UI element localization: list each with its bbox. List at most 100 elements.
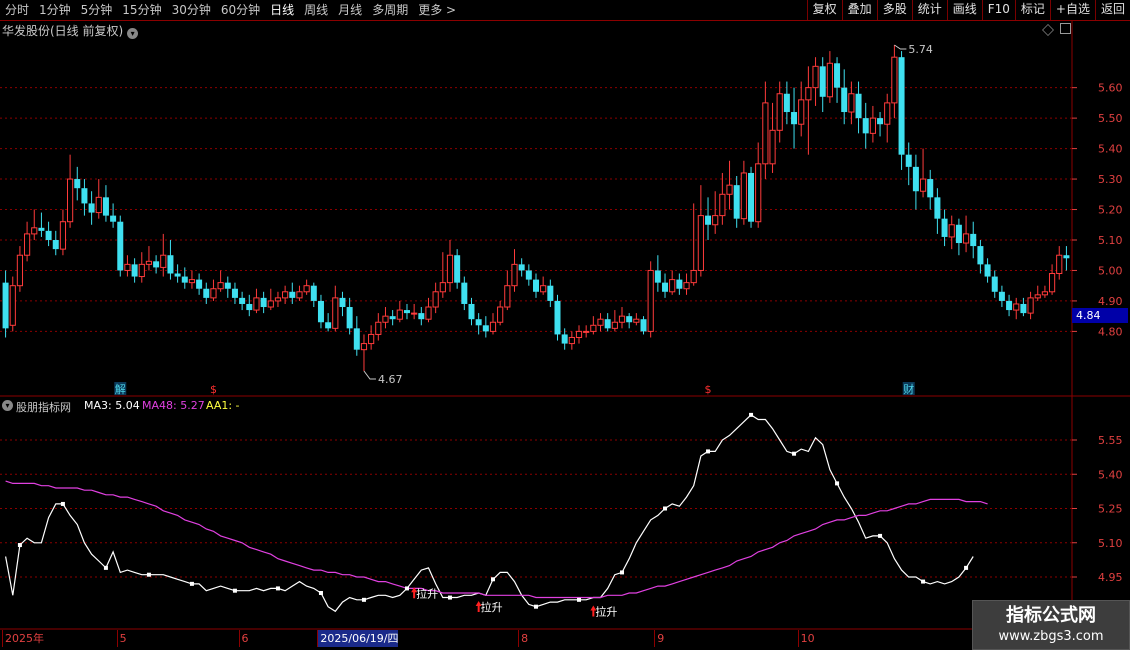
date-label: 5: [116, 630, 127, 647]
main-tick-label: 4.90: [1098, 295, 1123, 308]
candle-body: [45, 230, 52, 240]
candle-body: [869, 117, 876, 134]
candle-body: [74, 179, 81, 189]
indicator-name[interactable]: 股朋指标网: [16, 399, 71, 415]
candle-body: [110, 215, 117, 222]
candle-body: [497, 306, 504, 323]
candle-body: [188, 279, 196, 284]
candle-body: [396, 309, 403, 320]
candle-body: [1006, 300, 1013, 311]
indicator-tick-label: 5.55: [1098, 434, 1123, 447]
candle-body: [834, 63, 841, 88]
ma3-point-marker: [835, 481, 840, 486]
candle-body: [884, 102, 891, 125]
candle-body: [267, 300, 274, 308]
candle-body: [289, 291, 296, 298]
indicator-menu-icon[interactable]: ▾: [2, 400, 13, 411]
candle-body: [418, 313, 425, 320]
candle-body: [454, 255, 461, 283]
candle-body: [66, 178, 74, 223]
candle-body: [274, 297, 282, 302]
candle-body: [690, 269, 697, 284]
low-label: 4.67: [378, 373, 403, 386]
candle-body: [1020, 303, 1027, 314]
candle-body: [970, 233, 977, 247]
candle-body: [740, 172, 747, 220]
candle-body: [253, 297, 260, 311]
candle-body: [791, 112, 798, 125]
indicator-line-ma48: [5, 480, 988, 599]
candle-body: [977, 246, 984, 265]
main-tick-label: 5.40: [1098, 143, 1123, 156]
date-label: 2025/06/19/四: [317, 630, 399, 647]
candle-body: [439, 282, 446, 293]
candle-body: [95, 196, 102, 214]
candle-body: [317, 300, 324, 323]
candle-body: [561, 334, 568, 344]
candle-body: [310, 285, 317, 301]
candle-body: [590, 324, 597, 332]
event-marker: 解: [115, 382, 126, 396]
candle-body: [353, 328, 360, 350]
ma3-point-marker: [663, 506, 668, 511]
current-price-tag: 4.84: [1072, 308, 1128, 323]
ma3-point-marker: [534, 604, 538, 609]
ma3-point-marker: [318, 590, 323, 595]
candle-body: [153, 261, 160, 268]
candle-body: [719, 193, 726, 217]
candle-body: [303, 285, 310, 293]
candle-body: [446, 254, 454, 284]
candle-body: [669, 279, 676, 293]
candle-body: [210, 288, 217, 299]
date-label: 10: [797, 630, 815, 647]
candle-body: [482, 325, 489, 332]
candle-body: [16, 254, 24, 287]
candle-body: [769, 129, 776, 165]
candle-body: [1013, 303, 1020, 311]
ma3-point-marker: [146, 572, 151, 577]
main-tick-label: 4.80: [1098, 325, 1123, 338]
candle-body: [23, 233, 31, 256]
candle-body: [174, 273, 181, 277]
candle-body: [9, 285, 16, 326]
aa1-label: AA1: -: [206, 399, 240, 412]
high-label: 5.74: [908, 43, 933, 56]
candle-body: [52, 239, 59, 250]
ma3-point-marker: [447, 595, 452, 600]
candle-body: [167, 255, 174, 274]
candle-body: [898, 57, 905, 155]
date-label: 2025年: [2, 630, 44, 647]
candle-body: [468, 303, 475, 320]
signal-label: 拉升: [595, 605, 617, 619]
candle-body: [726, 184, 733, 195]
candle-body: [489, 321, 497, 332]
candle-body: [611, 321, 618, 329]
ma3-label: MA3: 5.04: [84, 399, 140, 412]
ma3-point-marker: [232, 588, 237, 593]
main-tick-label: 5.20: [1098, 204, 1123, 217]
candle-body: [633, 318, 640, 323]
ma3-point-marker: [189, 581, 194, 586]
date-label: 8: [518, 630, 528, 647]
candlestick-chart: 5.60 5.50 5.40 5.30 5.20 5.10 5.00 4.90 4.80 5.74…: [0, 21, 1130, 630]
candle-body: [934, 197, 941, 219]
signal-label: 拉升: [416, 586, 438, 600]
indicator-line-ma3: [5, 414, 974, 613]
candle-body: [145, 260, 153, 265]
candle-body: [712, 215, 719, 226]
main-tick-label: 5.30: [1098, 173, 1123, 186]
candle-body: [991, 276, 998, 292]
event-marker: 财: [903, 382, 914, 396]
candle-body: [927, 179, 934, 198]
indicator-tick-label: 4.95: [1098, 571, 1123, 584]
candle-body: [762, 102, 769, 165]
candle-body: [403, 310, 410, 314]
candle-body: [411, 312, 418, 315]
candle-body: [798, 99, 805, 125]
main-tick-label: 5.60: [1098, 82, 1123, 95]
candle-body: [217, 282, 224, 290]
ma3-point-marker: [620, 570, 625, 575]
candle-body: [518, 264, 525, 271]
candle-body: [962, 233, 970, 244]
candle-body: [231, 288, 238, 298]
